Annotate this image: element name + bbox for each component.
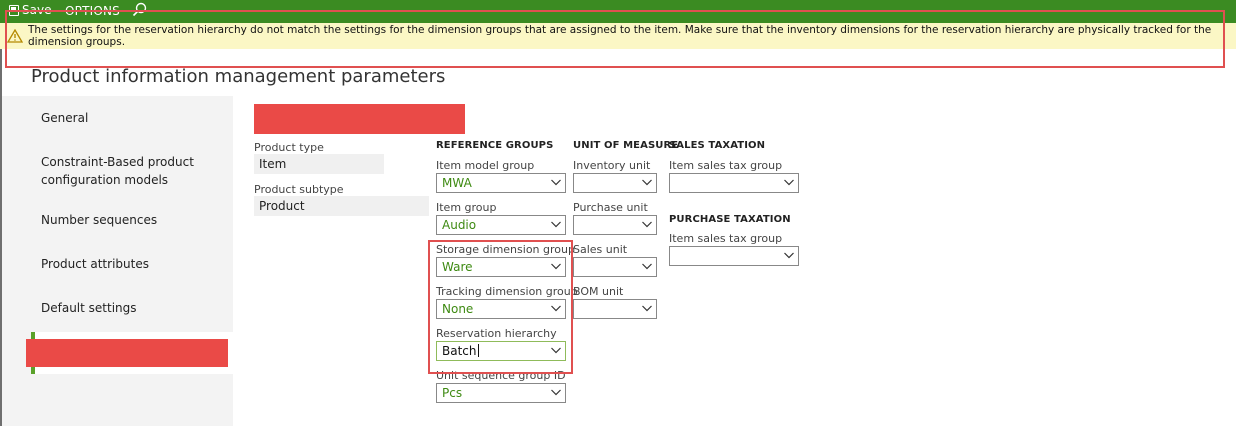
warning-icon xyxy=(7,29,23,43)
storage-dimension-group-value: Ware xyxy=(442,260,473,274)
reservation-hierarchy-value: Batch xyxy=(442,344,477,358)
sales-unit-combo[interactable] xyxy=(573,257,657,277)
tracking-dimension-group-value: None xyxy=(442,302,474,316)
item-group-value: Audio xyxy=(442,218,477,232)
purchase-item-sales-tax-group-label: Item sales tax group xyxy=(669,232,783,245)
item-model-group-label: Item model group xyxy=(436,159,535,172)
purchase-item-sales-tax-group-combo[interactable] xyxy=(669,246,799,266)
nav-item-constraint-based-models[interactable]: Constraint-Based product configuration m… xyxy=(31,153,233,189)
redacted-product-name xyxy=(254,104,465,134)
sales-item-sales-tax-group-label: Item sales tax group xyxy=(669,159,783,172)
reservation-hierarchy-combo[interactable]: Batch xyxy=(436,341,566,361)
save-button[interactable]: Save xyxy=(9,3,51,17)
purchase-unit-combo[interactable] xyxy=(573,215,657,235)
purchase-taxation-header: PURCHASE TAXATION xyxy=(669,214,791,225)
chevron-down-icon xyxy=(551,179,561,186)
bom-unit-label: BOM unit xyxy=(573,285,624,298)
nav-item-product-attributes[interactable]: Product attributes xyxy=(31,255,233,273)
item-group-combo[interactable]: Audio xyxy=(436,215,566,235)
sales-unit-label: Sales unit xyxy=(573,243,628,256)
item-model-group-combo[interactable]: MWA xyxy=(436,173,566,193)
options-button[interactable]: OPTIONS xyxy=(65,4,120,18)
warning-message-bar: The settings for the reservation hierarc… xyxy=(0,23,1236,49)
left-edge-divider xyxy=(0,49,2,426)
chevron-down-icon xyxy=(642,179,652,186)
chevron-down-icon xyxy=(551,263,561,270)
product-type-value: Item xyxy=(254,154,384,174)
chevron-down-icon xyxy=(551,389,561,396)
chevron-down-icon xyxy=(784,179,794,186)
tracking-dimension-group-label: Tracking dimension group xyxy=(436,285,578,298)
save-icon xyxy=(9,4,19,16)
text-caret xyxy=(477,344,479,357)
sales-item-sales-tax-group-combo[interactable] xyxy=(669,173,799,193)
chevron-down-icon xyxy=(642,263,652,270)
unit-sequence-group-combo[interactable]: Pcs xyxy=(436,383,566,403)
purchase-unit-label: Purchase unit xyxy=(573,201,648,214)
product-subtype-value: Product xyxy=(254,196,429,216)
item-model-group-value: MWA xyxy=(442,176,472,190)
redacted-nav-label xyxy=(26,339,228,367)
chevron-down-icon xyxy=(642,305,652,312)
sales-taxation-header: SALES TAXATION xyxy=(669,140,766,151)
reference-groups-header: REFERENCE GROUPS xyxy=(436,140,554,151)
chevron-down-icon xyxy=(642,221,652,228)
search-icon[interactable] xyxy=(132,2,148,18)
nav-item-general[interactable]: General xyxy=(31,109,233,127)
inventory-unit-label: Inventory unit xyxy=(573,159,651,172)
chevron-down-icon xyxy=(551,347,561,354)
chevron-down-icon xyxy=(784,252,794,259)
inventory-unit-combo[interactable] xyxy=(573,173,657,193)
reservation-hierarchy-label: Reservation hierarchy xyxy=(436,327,557,340)
unit-sequence-group-value: Pcs xyxy=(442,386,463,400)
page-title: Product information management parameter… xyxy=(31,66,446,87)
nav-item-default-settings[interactable]: Default settings xyxy=(31,299,233,317)
nav-item-number-sequences[interactable]: Number sequences xyxy=(31,211,233,229)
tracking-dimension-group-combo[interactable]: None xyxy=(436,299,566,319)
product-subtype-label: Product subtype xyxy=(254,183,344,196)
save-label: Save xyxy=(22,3,52,17)
unit-sequence-group-label: Unit sequence group ID xyxy=(436,369,566,382)
command-bar: Save OPTIONS xyxy=(0,0,1236,23)
chevron-down-icon xyxy=(551,221,561,228)
product-type-label: Product type xyxy=(254,141,324,154)
item-group-label: Item group xyxy=(436,201,497,214)
storage-dimension-group-label: Storage dimension group xyxy=(436,243,575,256)
warning-text: The settings for the reservation hierarc… xyxy=(28,24,1212,48)
bom-unit-combo[interactable] xyxy=(573,299,657,319)
unit-of-measure-header: UNIT OF MEASURE xyxy=(573,140,679,151)
storage-dimension-group-combo[interactable]: Ware xyxy=(436,257,566,277)
chevron-down-icon xyxy=(551,305,561,312)
